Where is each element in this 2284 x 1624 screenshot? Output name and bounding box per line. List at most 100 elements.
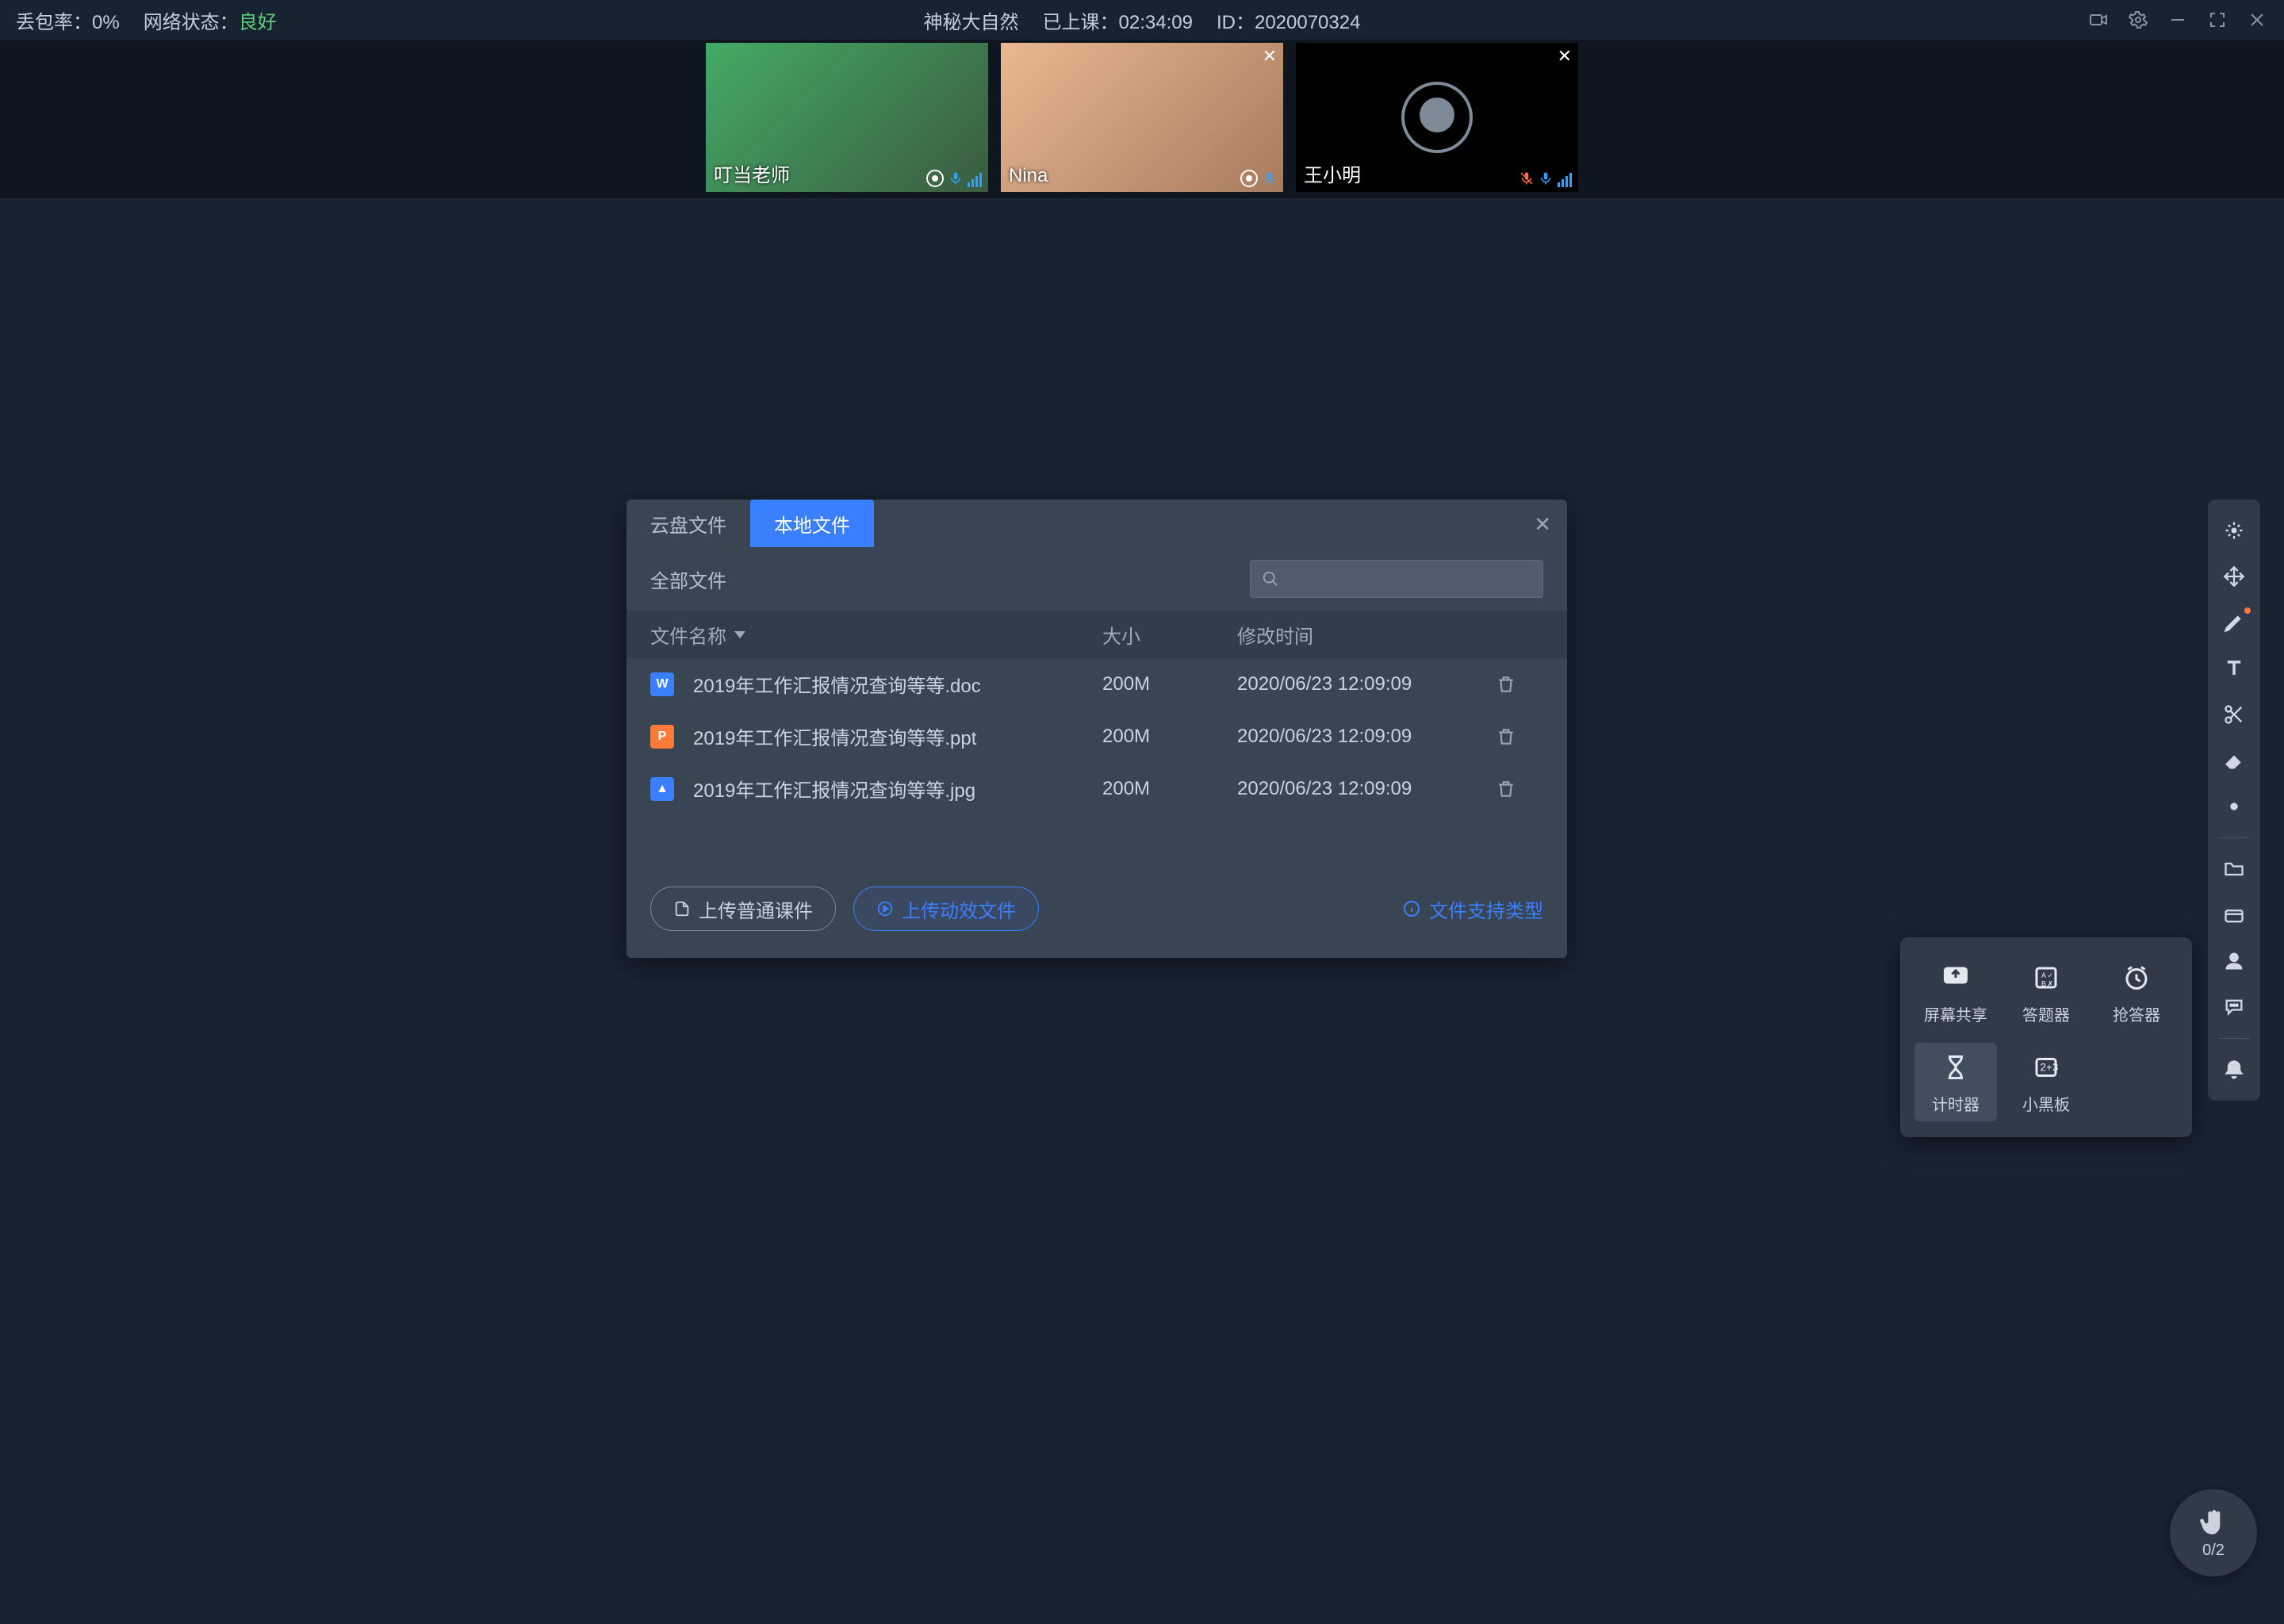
settings-icon[interactable] xyxy=(2127,9,2149,31)
participant-name: Nina xyxy=(1009,165,1048,187)
tools-popover: 屏幕共享 A✓B✗ 答题器 抢答器 计时器 2+3 小黑板 xyxy=(1900,937,2192,1137)
table-header: 文件名称 大小 修改时间 xyxy=(627,611,1567,658)
toolbar-divider xyxy=(2218,837,2250,838)
table-row[interactable]: P 2019年工作汇报情况查询等等.ppt 200M 2020/06/23 12:… xyxy=(627,710,1567,763)
blackboard-icon: 2+3 xyxy=(2028,1049,2064,1086)
upload-normal-button[interactable]: 上传普通课件 xyxy=(650,887,836,931)
play-icon xyxy=(876,900,894,917)
file-time: 2020/06/23 12:09:09 xyxy=(1237,673,1496,695)
chat-icon[interactable] xyxy=(2214,987,2254,1027)
svg-text:2+3: 2+3 xyxy=(2041,1062,2059,1074)
text-icon[interactable] xyxy=(2214,649,2254,688)
tile-close-icon[interactable]: ✕ xyxy=(1558,46,1572,67)
tile-close-icon[interactable]: ✕ xyxy=(1263,46,1277,67)
color-dot-icon xyxy=(2244,607,2251,614)
tool-toolbar xyxy=(2208,500,2260,1101)
screen-share-icon xyxy=(1937,959,1974,996)
pl-value: 0% xyxy=(92,12,120,33)
participant-name: 叮当老师 xyxy=(714,159,790,187)
pop-screen-share[interactable]: 屏幕共享 xyxy=(1914,953,1997,1032)
tab-cloud-files[interactable]: 云盘文件 xyxy=(627,500,750,547)
mic-icon xyxy=(1263,170,1277,187)
svg-text:✓: ✓ xyxy=(2048,971,2054,979)
pop-timer[interactable]: 计时器 xyxy=(1914,1043,1997,1121)
file-time: 2020/06/23 12:09:09 xyxy=(1237,778,1496,800)
id-value: 2020070324 xyxy=(1255,12,1360,33)
clock-icon xyxy=(2118,959,2155,996)
file-size: 200M xyxy=(1102,726,1237,748)
bell-icon[interactable] xyxy=(2214,1050,2254,1090)
col-time[interactable]: 修改时间 xyxy=(1237,621,1496,649)
table-row[interactable]: W 2019年工作汇报情况查询等等.doc 200M 2020/06/23 12:… xyxy=(627,658,1567,710)
brightness-icon[interactable] xyxy=(2214,787,2254,826)
video-tile[interactable]: 叮当老师 xyxy=(706,43,988,192)
supported-types-link[interactable]: 文件支持类型 xyxy=(1402,895,1543,923)
elapsed-value: 02:34:09 xyxy=(1119,12,1193,33)
search-input[interactable] xyxy=(1250,560,1543,598)
svg-text:A: A xyxy=(2041,971,2046,979)
network-icon xyxy=(926,170,944,187)
delete-icon[interactable] xyxy=(1496,726,1516,747)
pop-blackboard[interactable]: 2+3 小黑板 xyxy=(2005,1043,2087,1121)
file-name: 2019年工作汇报情况查询等等.doc xyxy=(693,670,981,698)
file-size: 200M xyxy=(1102,673,1237,695)
tab-local-files[interactable]: 本地文件 xyxy=(750,500,874,547)
close-icon[interactable] xyxy=(2246,9,2268,31)
pop-buzzer[interactable]: 抢答器 xyxy=(2095,953,2178,1032)
class-title: 神秘大自然 xyxy=(924,6,1019,34)
mic-icon xyxy=(948,170,963,187)
mic-icon xyxy=(1539,170,1553,187)
upload-animated-button[interactable]: 上传动效文件 xyxy=(853,887,1039,931)
raise-hand-button[interactable]: 0/2 xyxy=(2170,1489,2257,1576)
file-icon xyxy=(673,900,691,917)
delete-icon[interactable] xyxy=(1496,674,1516,695)
search-icon xyxy=(1262,570,1279,588)
video-strip: 叮当老师 ✕ Nina ✕ 王小明 xyxy=(0,40,2284,198)
video-tile[interactable]: ✕ 王小明 xyxy=(1296,43,1578,192)
pen-icon[interactable] xyxy=(2214,603,2254,642)
sort-caret-icon xyxy=(734,631,745,638)
table-body: W 2019年工作汇报情况查询等等.doc 200M 2020/06/23 12:… xyxy=(627,658,1567,864)
user-icon[interactable] xyxy=(2214,941,2254,981)
elapsed-label: 已上课： xyxy=(1043,12,1119,33)
minimize-icon[interactable] xyxy=(2167,9,2189,31)
image-icon: ▲ xyxy=(650,777,674,801)
scissors-icon[interactable] xyxy=(2214,695,2254,734)
file-name: 2019年工作汇报情况查询等等.jpg xyxy=(693,775,975,802)
move-icon[interactable] xyxy=(2214,557,2254,596)
toolbar-divider xyxy=(2218,1038,2250,1039)
file-time: 2020/06/23 12:09:09 xyxy=(1237,726,1496,748)
apps-icon[interactable] xyxy=(2214,895,2254,935)
participant-name: 王小明 xyxy=(1304,159,1361,187)
col-size[interactable]: 大小 xyxy=(1102,621,1237,649)
fullscreen-icon[interactable] xyxy=(2206,9,2228,31)
hand-count: 0/2 xyxy=(2202,1542,2225,1560)
delete-icon[interactable] xyxy=(1496,779,1516,799)
svg-text:✗: ✗ xyxy=(2048,980,2054,988)
table-row[interactable]: ▲ 2019年工作汇报情况查询等等.jpg 200M 2020/06/23 12:… xyxy=(627,763,1567,815)
col-name[interactable]: 文件名称 xyxy=(650,621,1102,649)
pop-answer-machine[interactable]: A✓B✗ 答题器 xyxy=(2005,953,2087,1032)
laser-pointer-icon[interactable] xyxy=(2214,511,2254,550)
hand-icon xyxy=(2198,1507,2229,1538)
video-tile[interactable]: ✕ Nina xyxy=(1001,43,1283,192)
folder-icon[interactable] xyxy=(2214,849,2254,889)
svg-text:B: B xyxy=(2041,980,2046,988)
scope-label: 全部文件 xyxy=(650,565,726,593)
eraser-icon[interactable] xyxy=(2214,741,2254,780)
signal-icon xyxy=(1558,171,1572,187)
ppt-icon: P xyxy=(650,725,674,749)
file-size: 200M xyxy=(1102,778,1237,800)
signal-icon xyxy=(968,171,982,187)
pl-label: 丢包率： xyxy=(16,12,92,33)
file-dialog: 云盘文件 本地文件 ✕ 全部文件 文件名称 大小 修改时间 W 2019年工作汇报… xyxy=(627,500,1567,958)
answer-icon: A✓B✗ xyxy=(2028,959,2064,996)
mic-muted-icon xyxy=(1519,170,1534,187)
camera-toggle-icon[interactable] xyxy=(2087,9,2110,31)
file-name: 2019年工作汇报情况查询等等.ppt xyxy=(693,722,976,750)
net-label: 网络状态： xyxy=(144,12,239,33)
doc-icon: W xyxy=(650,672,674,696)
hourglass-icon xyxy=(1937,1049,1974,1086)
dialog-close-icon[interactable]: ✕ xyxy=(1534,512,1551,537)
camera-off-icon xyxy=(1401,82,1473,153)
